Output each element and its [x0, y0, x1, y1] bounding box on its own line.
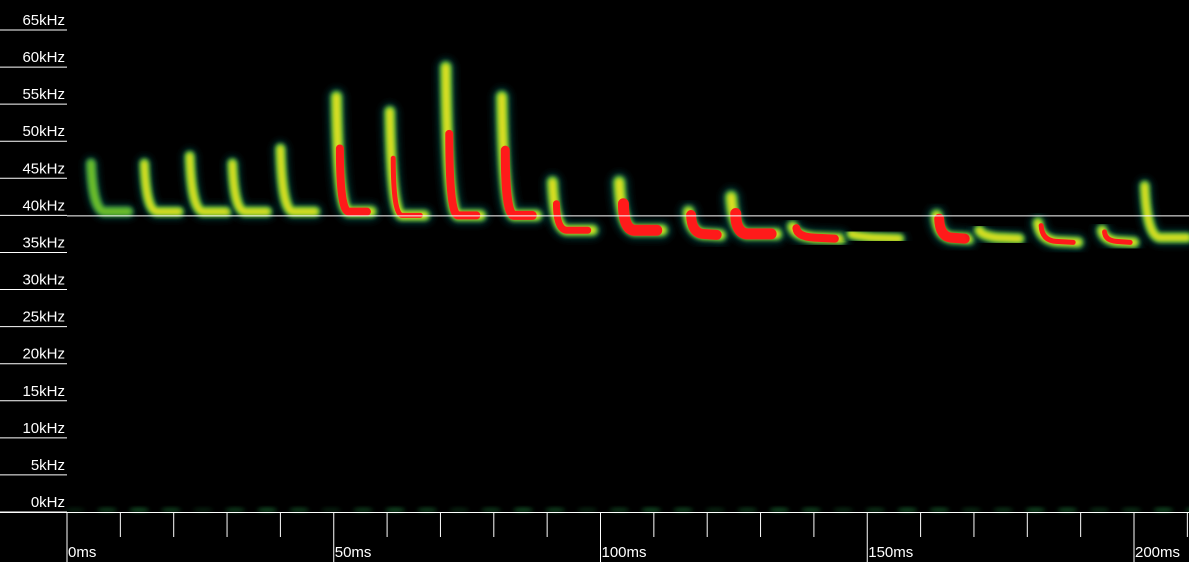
noise-blob	[705, 507, 726, 513]
noise-blob	[289, 507, 310, 513]
noise-blob	[513, 507, 534, 513]
call-11	[609, 172, 672, 240]
noise-blob	[673, 507, 694, 513]
noise-blob	[1025, 507, 1046, 513]
noise-blob	[1089, 507, 1110, 513]
noise-blob	[353, 507, 374, 513]
y-axis: 65kHz 60kHz 55kHz 50kHz 45kHz 40kHz 35kHz 30kHz…	[0, 12, 67, 513]
noise-band	[65, 507, 1189, 513]
noise-blob	[545, 507, 566, 513]
call-13	[721, 187, 787, 244]
noise-blob	[737, 507, 758, 513]
call-20	[1137, 177, 1189, 246]
y-tick-label: 20kHz	[22, 346, 65, 363]
noise-blob	[193, 507, 214, 513]
call-6	[327, 87, 381, 221]
y-tick-label: 50kHz	[22, 123, 65, 140]
noise-blob	[641, 507, 662, 513]
noise-blob	[1057, 507, 1078, 513]
spectrogram-svg: 65kHz 60kHz 55kHz 50kHz 45kHz 40kHz 35kHz 30kHz…	[0, 12, 1189, 562]
y-tick-label: 55kHz	[22, 86, 65, 103]
y-tick-label: 60kHz	[22, 49, 65, 66]
call-12	[679, 202, 730, 245]
x-tick-label: 50ms	[335, 544, 372, 561]
noise-blob	[225, 507, 246, 513]
y-tick-label: 15kHz	[22, 383, 65, 400]
noise-blob	[961, 507, 982, 513]
call-18	[1029, 214, 1087, 251]
noise-blob	[833, 507, 854, 513]
noise-blob	[129, 507, 150, 513]
noise-blob	[769, 507, 790, 513]
y-tick-label: 65kHz	[22, 12, 65, 29]
y-tick-label: 5kHz	[31, 457, 65, 474]
noise-blob	[321, 507, 342, 513]
x-tick-label: 0ms	[68, 544, 96, 561]
noise-blob	[385, 507, 406, 513]
call-4	[224, 155, 275, 220]
noise-blob	[865, 507, 886, 513]
call-7	[381, 103, 433, 224]
noise-blob	[929, 507, 950, 513]
call-8	[436, 58, 490, 225]
x-tick-label: 200ms	[1135, 544, 1180, 561]
noise-blob	[417, 507, 438, 513]
noise-blob	[993, 507, 1014, 513]
call-16	[927, 205, 979, 249]
noise-blob	[65, 507, 85, 513]
x-axis: 0ms 50ms 100ms 150ms 200ms	[0, 512, 1189, 562]
call-10	[543, 173, 602, 240]
y-tick-label: 25kHz	[22, 309, 65, 326]
noise-blob	[481, 507, 502, 513]
noise-blob	[257, 507, 278, 513]
call-14	[783, 217, 850, 248]
call-17	[971, 222, 1028, 247]
y-tick-label: 10kHz	[22, 420, 65, 437]
noise-blob	[97, 507, 118, 513]
noise-blob	[1185, 508, 1189, 512]
call-3	[182, 148, 235, 220]
call-5	[272, 140, 323, 220]
call-9	[492, 87, 546, 225]
call-1	[84, 155, 136, 219]
y-tick-label: 45kHz	[22, 160, 65, 177]
y-tick-label: 30kHz	[22, 272, 65, 289]
call-19	[1093, 221, 1143, 251]
noise-blob	[577, 507, 598, 513]
noise-blob	[801, 507, 822, 513]
noise-blob	[897, 507, 918, 513]
call-15	[843, 226, 907, 247]
noise-blob	[609, 507, 630, 513]
noise-blob	[161, 507, 182, 513]
y-tick-label: 35kHz	[22, 234, 65, 251]
call-layer	[84, 58, 1189, 251]
call-11-core	[617, 198, 663, 236]
noise-blob	[449, 507, 470, 513]
call-13-core	[730, 208, 777, 240]
noise-blob	[1153, 507, 1174, 513]
noise-blob	[1121, 507, 1142, 513]
spectrogram-chart: 65kHz 60kHz 55kHz 50kHz 45kHz 40kHz 35kHz 30kHz…	[0, 0, 1189, 562]
y-tick-label: 0kHz	[31, 494, 65, 511]
x-tick-label: 100ms	[602, 544, 647, 561]
call-2	[136, 155, 187, 220]
x-tick-label: 150ms	[868, 544, 913, 561]
call-9-core	[500, 145, 537, 220]
y-tick-label: 40kHz	[22, 197, 65, 214]
